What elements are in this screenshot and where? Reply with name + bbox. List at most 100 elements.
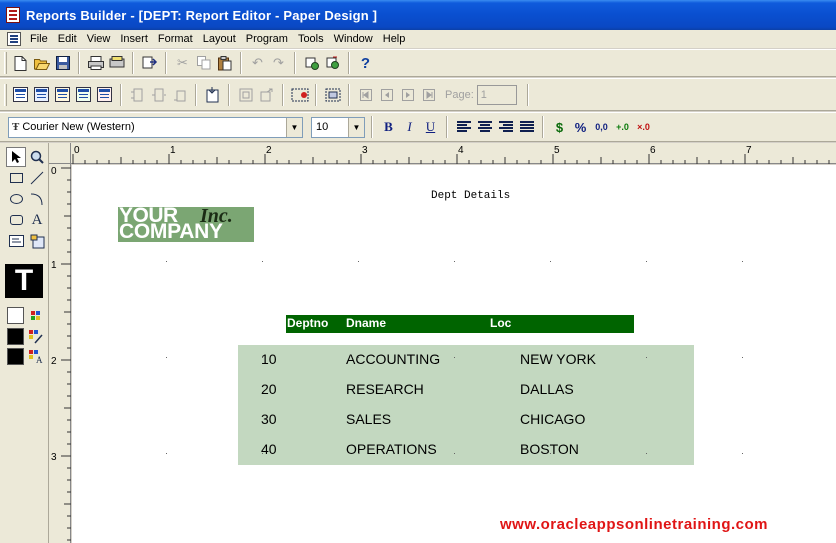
cut-icon[interactable]: ✂ bbox=[172, 53, 193, 74]
align-left-icon[interactable] bbox=[453, 117, 474, 138]
font-size-select[interactable]: 10 ▼ bbox=[311, 116, 365, 138]
copy-icon[interactable] bbox=[193, 53, 214, 74]
compile-icon[interactable] bbox=[301, 53, 322, 74]
first-page-icon[interactable] bbox=[355, 84, 376, 105]
reports-builder-app-icon[interactable] bbox=[6, 7, 20, 23]
text-color-swatch[interactable] bbox=[7, 348, 24, 365]
dept-repeating-frame[interactable]: 10 ACCOUNTING NEW YORK 20 RESEARCH DALLA… bbox=[238, 345, 694, 465]
fill-color-swatch[interactable] bbox=[7, 307, 24, 324]
table-row[interactable]: 20 RESEARCH DALLAS bbox=[238, 375, 694, 405]
header-loc[interactable]: Loc bbox=[490, 316, 511, 330]
text-tool-icon[interactable]: A bbox=[27, 210, 47, 230]
loc-cell[interactable]: BOSTON bbox=[520, 441, 579, 457]
remove-decimal-button[interactable]: ×.0 bbox=[633, 117, 654, 138]
repeating-frame-icon[interactable] bbox=[289, 84, 310, 105]
text-color-icon[interactable]: A bbox=[28, 349, 44, 365]
align-center-icon[interactable] bbox=[474, 117, 495, 138]
paper-design-icon[interactable] bbox=[73, 84, 94, 105]
bold-button[interactable]: B bbox=[378, 117, 399, 138]
font-name-select[interactable]: Ŧ Courier New (Western) ▼ bbox=[8, 116, 303, 138]
dname-cell[interactable]: SALES bbox=[346, 411, 391, 427]
line-tool-icon[interactable] bbox=[27, 168, 47, 188]
previous-page-icon[interactable] bbox=[376, 84, 397, 105]
select-children-icon[interactable] bbox=[256, 84, 277, 105]
menu-window[interactable]: Window bbox=[329, 33, 378, 45]
deptno-cell[interactable]: 40 bbox=[261, 441, 277, 457]
document-system-icon[interactable] bbox=[7, 32, 21, 46]
toolbar-grip[interactable] bbox=[4, 52, 7, 74]
data-model-icon[interactable] bbox=[10, 84, 31, 105]
select-parent-frame-icon[interactable] bbox=[235, 84, 256, 105]
select-tool-icon[interactable] bbox=[6, 147, 26, 167]
loc-cell[interactable]: CHICAGO bbox=[520, 411, 585, 427]
menu-layout[interactable]: Layout bbox=[198, 33, 241, 45]
percent-button[interactable]: % bbox=[570, 117, 591, 138]
line-color-icon[interactable] bbox=[28, 329, 44, 345]
justify-icon[interactable] bbox=[516, 117, 537, 138]
magnify-tool-icon[interactable] bbox=[27, 147, 47, 167]
group-frame-icon[interactable] bbox=[322, 84, 343, 105]
next-page-icon[interactable] bbox=[397, 84, 418, 105]
help-icon[interactable]: ? bbox=[355, 53, 376, 74]
new-icon[interactable] bbox=[10, 53, 31, 74]
run-paper-layout-icon[interactable] bbox=[139, 53, 160, 74]
report-title[interactable]: Dept Details bbox=[431, 190, 510, 202]
paste-icon[interactable] bbox=[214, 53, 235, 74]
field-tool-icon[interactable] bbox=[6, 231, 26, 251]
report-block-icon[interactable] bbox=[202, 84, 223, 105]
menu-help[interactable]: Help bbox=[378, 33, 411, 45]
arc-tool-icon[interactable] bbox=[27, 189, 47, 209]
menu-program[interactable]: Program bbox=[241, 33, 293, 45]
deptno-cell[interactable]: 10 bbox=[261, 351, 277, 367]
currency-button[interactable]: $ bbox=[549, 117, 570, 138]
save-icon[interactable] bbox=[52, 53, 73, 74]
column-header-row[interactable]: Deptno Dname Loc bbox=[286, 315, 634, 333]
deptno-cell[interactable]: 30 bbox=[261, 411, 277, 427]
compile-all-icon[interactable] bbox=[322, 53, 343, 74]
menu-view[interactable]: View bbox=[82, 33, 116, 45]
print-icon[interactable] bbox=[85, 53, 106, 74]
page-setup-icon[interactable] bbox=[106, 53, 127, 74]
menu-file[interactable]: File bbox=[25, 33, 53, 45]
rounded-rectangle-tool-icon[interactable] bbox=[6, 210, 26, 230]
chevron-down-icon[interactable]: ▼ bbox=[348, 117, 364, 137]
parameter-form-icon[interactable] bbox=[94, 84, 115, 105]
report-block-tool-icon[interactable] bbox=[27, 231, 47, 251]
align-right-icon[interactable] bbox=[495, 117, 516, 138]
toolbar-grip[interactable] bbox=[4, 83, 7, 106]
menu-format[interactable]: Format bbox=[153, 33, 198, 45]
header-deptno[interactable]: Deptno bbox=[287, 316, 328, 330]
menu-insert[interactable]: Insert bbox=[115, 33, 153, 45]
ellipse-tool-icon[interactable] bbox=[6, 189, 26, 209]
rectangle-tool-icon[interactable] bbox=[6, 168, 26, 188]
horizontal-ruler[interactable]: 0 1 2 3 4 5 6 7 bbox=[71, 143, 836, 164]
flex-off-icon[interactable] bbox=[169, 84, 190, 105]
undo-icon[interactable]: ↶ bbox=[247, 53, 268, 74]
page-number-input[interactable]: 1 bbox=[476, 84, 517, 105]
commas-button[interactable]: 0,0 bbox=[591, 117, 612, 138]
deptno-cell[interactable]: 20 bbox=[261, 381, 277, 397]
header-dname[interactable]: Dname bbox=[346, 316, 386, 330]
menu-tools[interactable]: Tools bbox=[293, 33, 329, 45]
vertical-ruler[interactable]: 0 1 2 3 bbox=[49, 164, 71, 543]
paper-design-canvas[interactable]: Dept Details YOUR Inc. COMPANY Deptno Dn… bbox=[72, 165, 836, 543]
underline-button[interactable]: U bbox=[420, 117, 441, 138]
italic-button[interactable]: I bbox=[399, 117, 420, 138]
dname-cell[interactable]: OPERATIONS bbox=[346, 441, 437, 457]
add-decimal-button[interactable]: +.0 bbox=[612, 117, 633, 138]
table-row[interactable]: 40 OPERATIONS BOSTON bbox=[238, 435, 694, 465]
menu-edit[interactable]: Edit bbox=[53, 33, 82, 45]
paper-layout-icon[interactable] bbox=[52, 84, 73, 105]
flex-on-icon[interactable] bbox=[148, 84, 169, 105]
redo-icon[interactable]: ↷ bbox=[268, 53, 289, 74]
chevron-down-icon[interactable]: ▼ bbox=[286, 117, 302, 137]
web-source-icon[interactable] bbox=[31, 84, 52, 105]
dname-cell[interactable]: RESEARCH bbox=[346, 381, 424, 397]
confine-on-icon[interactable] bbox=[127, 84, 148, 105]
loc-cell[interactable]: DALLAS bbox=[520, 381, 574, 397]
table-row[interactable]: 30 SALES CHICAGO bbox=[238, 405, 694, 435]
loc-cell[interactable]: NEW YORK bbox=[520, 351, 596, 367]
fill-color-icon[interactable] bbox=[28, 308, 44, 324]
company-logo[interactable]: YOUR Inc. COMPANY bbox=[118, 207, 254, 242]
line-color-swatch[interactable] bbox=[7, 328, 24, 345]
